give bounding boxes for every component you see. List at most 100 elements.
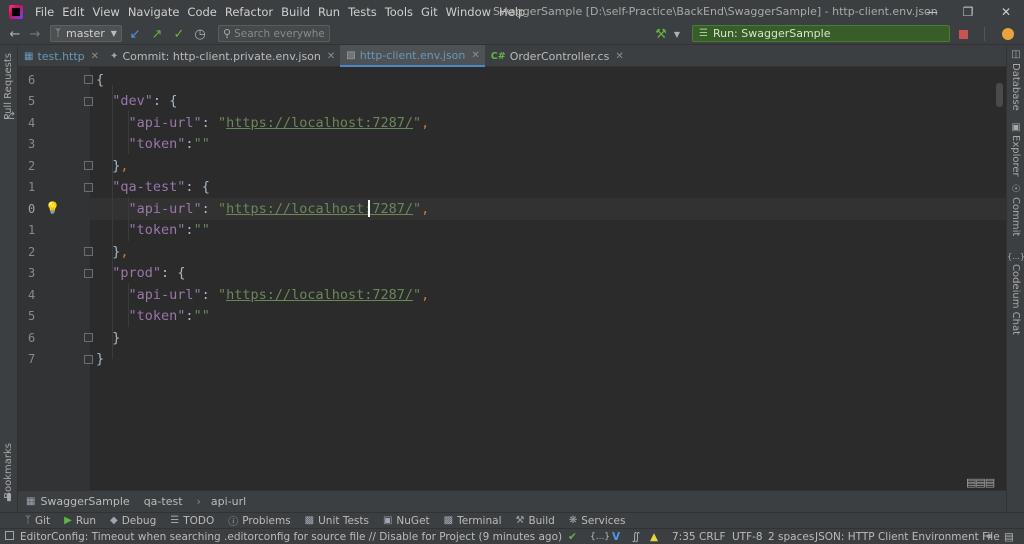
gutter-line[interactable]: 5	[18, 306, 90, 328]
minimize-icon[interactable]: —	[914, 0, 950, 23]
gutter-line[interactable]: 6	[18, 327, 93, 349]
close-icon[interactable]: ✕	[615, 51, 623, 62]
indent-setting[interactable]: 2 spaces	[768, 529, 814, 544]
menu-navigate[interactable]: Navigate	[128, 5, 180, 19]
fold-marker-icon[interactable]	[84, 182, 93, 192]
commit-tool[interactable]: Commit	[1010, 197, 1021, 236]
tool-git[interactable]: ᛉ Git	[25, 515, 50, 527]
close-icon[interactable]: ✕	[471, 50, 479, 61]
breadcrumb-qa-test[interactable]: qa-test	[144, 495, 183, 508]
tool-todo[interactable]: ☰ TODO	[170, 515, 214, 527]
tab-test-http[interactable]: ▦ test.http ✕	[18, 45, 104, 67]
punctuation: ,	[120, 157, 129, 174]
menu-view[interactable]: View	[93, 5, 120, 19]
fold-marker-icon[interactable]	[84, 354, 93, 364]
fold-marker-icon[interactable]	[84, 247, 93, 256]
gutter-line[interactable]: 3	[18, 263, 93, 285]
caret-position[interactable]: 7:35	[672, 529, 696, 544]
close-icon[interactable]: ✕	[327, 51, 335, 62]
line-number: 2	[28, 158, 36, 173]
gutter-line[interactable]: 4	[18, 112, 90, 134]
file-encoding[interactable]: UTF-8	[732, 529, 763, 544]
power-save-icon[interactable]: ∬	[632, 529, 640, 544]
fold-marker-icon[interactable]	[84, 75, 93, 84]
breadcrumb-project[interactable]: SwaggerSample	[40, 495, 129, 508]
string-value: ""	[193, 222, 210, 239]
tool-debug[interactable]: ◆ Debug	[110, 515, 156, 527]
gutter-line[interactable]: 4	[18, 284, 90, 306]
fold-marker-icon[interactable]	[84, 96, 93, 106]
menu-code[interactable]: Code	[187, 5, 216, 19]
history-icon[interactable]: ◷	[193, 26, 207, 42]
restore-icon[interactable]: ❐	[950, 0, 986, 23]
gutter-line[interactable]: 1	[18, 177, 93, 199]
lock-icon[interactable]: ⚭	[985, 529, 994, 544]
build-hammer-icon[interactable]: ⚒	[654, 26, 668, 42]
gutter-line[interactable]: 1	[18, 220, 90, 242]
commit-check-icon[interactable]: ✓	[172, 26, 186, 42]
window-title: SwaggerSample [D:\self-Practice\BackEnd\…	[493, 5, 938, 18]
editor-scrollbar[interactable]	[996, 83, 1003, 107]
gutter-line[interactable]: 3	[18, 134, 90, 156]
push-icon[interactable]: ↗	[150, 26, 164, 42]
tool-run[interactable]: ▶ Run	[64, 515, 96, 527]
menu-git[interactable]: Git	[421, 5, 438, 19]
search-everywhere[interactable]: ⚲	[218, 25, 330, 42]
code-line: },	[96, 155, 129, 177]
codeium-status-icon[interactable]: {...}	[590, 529, 610, 544]
menu-run[interactable]: Run	[318, 5, 340, 19]
fold-marker-icon[interactable]	[84, 268, 93, 278]
forward-arrow-icon[interactable]: →	[28, 26, 42, 42]
reader-mode-icon[interactable]: ▤▤▤	[966, 476, 995, 489]
warning-triangle-icon[interactable]: ▲	[650, 529, 658, 544]
tab-http-client-env[interactable]: ▧ http-client.env.json ✕	[340, 45, 485, 67]
code-editor[interactable]: 6 5 4 3 2 1 0 1 2 3 4 5 6 7 { "dev": { "api-url": "ht…	[18, 67, 1006, 490]
build-dropdown-icon[interactable]: ▼	[672, 26, 682, 42]
tool-build[interactable]: ⚒ Build	[515, 515, 554, 527]
gutter-line[interactable]: 2	[18, 241, 93, 263]
status-message[interactable]: EditorConfig: Timeout when searching .ed…	[20, 531, 562, 543]
fold-marker-icon[interactable]	[84, 161, 93, 170]
menu-file[interactable]: File	[35, 5, 54, 19]
fold-marker-icon[interactable]	[84, 333, 93, 342]
tab-commit-private-env[interactable]: ✦ Commit: http-client.private.env.json ✕	[104, 45, 340, 67]
tool-unit-tests[interactable]: ▩ Unit Tests	[305, 515, 369, 527]
git-branch-selector[interactable]: ᛉ master ▼	[50, 25, 122, 42]
file-type[interactable]: JSON: HTTP Client Environment File	[815, 529, 1000, 544]
breadcrumb-api-url[interactable]: api-url	[211, 495, 246, 508]
back-arrow-icon[interactable]: ←	[8, 26, 22, 42]
gutter-line[interactable]: 6	[18, 69, 93, 91]
tab-order-controller[interactable]: C# OrderController.cs ✕	[485, 45, 629, 67]
gutter-line[interactable]: 7	[18, 349, 93, 371]
intention-bulb-icon[interactable]: 💡	[45, 201, 60, 215]
menu-window[interactable]: Window	[446, 5, 491, 19]
stop-icon[interactable]	[957, 26, 969, 42]
tool-terminal[interactable]: ▩ Terminal	[444, 515, 502, 527]
tool-nuget[interactable]: ▣ NuGet	[383, 515, 430, 527]
status-toggle-icon[interactable]	[5, 531, 14, 540]
vcs-status-icon[interactable]: V	[612, 529, 620, 544]
menu-refactor[interactable]: Refactor	[225, 5, 273, 19]
update-project-icon[interactable]: ↙	[128, 26, 142, 42]
editor-tabs: ▦ test.http ✕ ✦ Commit: http-client.priv…	[18, 45, 1006, 83]
memory-icon[interactable]: ▤	[1004, 529, 1014, 544]
close-icon[interactable]: ✕	[91, 51, 99, 62]
tool-problems[interactable]: ⓘ Problems	[228, 513, 290, 529]
run-configuration[interactable]: ☰ Run: SwaggerSample	[692, 25, 950, 42]
status-ok-icon[interactable]: ✔	[568, 529, 577, 544]
tool-services[interactable]: ❋ Services	[569, 515, 626, 527]
notifications-icon[interactable]	[1001, 26, 1015, 42]
menu-tools[interactable]: Tools	[385, 5, 413, 19]
search-input[interactable]	[234, 27, 325, 40]
codeium-chat-tool[interactable]: Codeium Chat	[1010, 264, 1021, 335]
close-icon[interactable]: ✕	[988, 0, 1024, 23]
menu-edit[interactable]: Edit	[62, 5, 84, 19]
database-tool[interactable]: Database	[1010, 63, 1021, 111]
menu-tests[interactable]: Tests	[348, 5, 377, 19]
gutter-line[interactable]: 2	[18, 155, 93, 177]
line-ending[interactable]: CRLF	[699, 529, 726, 544]
gutter-line[interactable]: 5	[18, 91, 93, 113]
menu-build[interactable]: Build	[281, 5, 310, 19]
explorer-tool[interactable]: Explorer	[1010, 135, 1021, 177]
